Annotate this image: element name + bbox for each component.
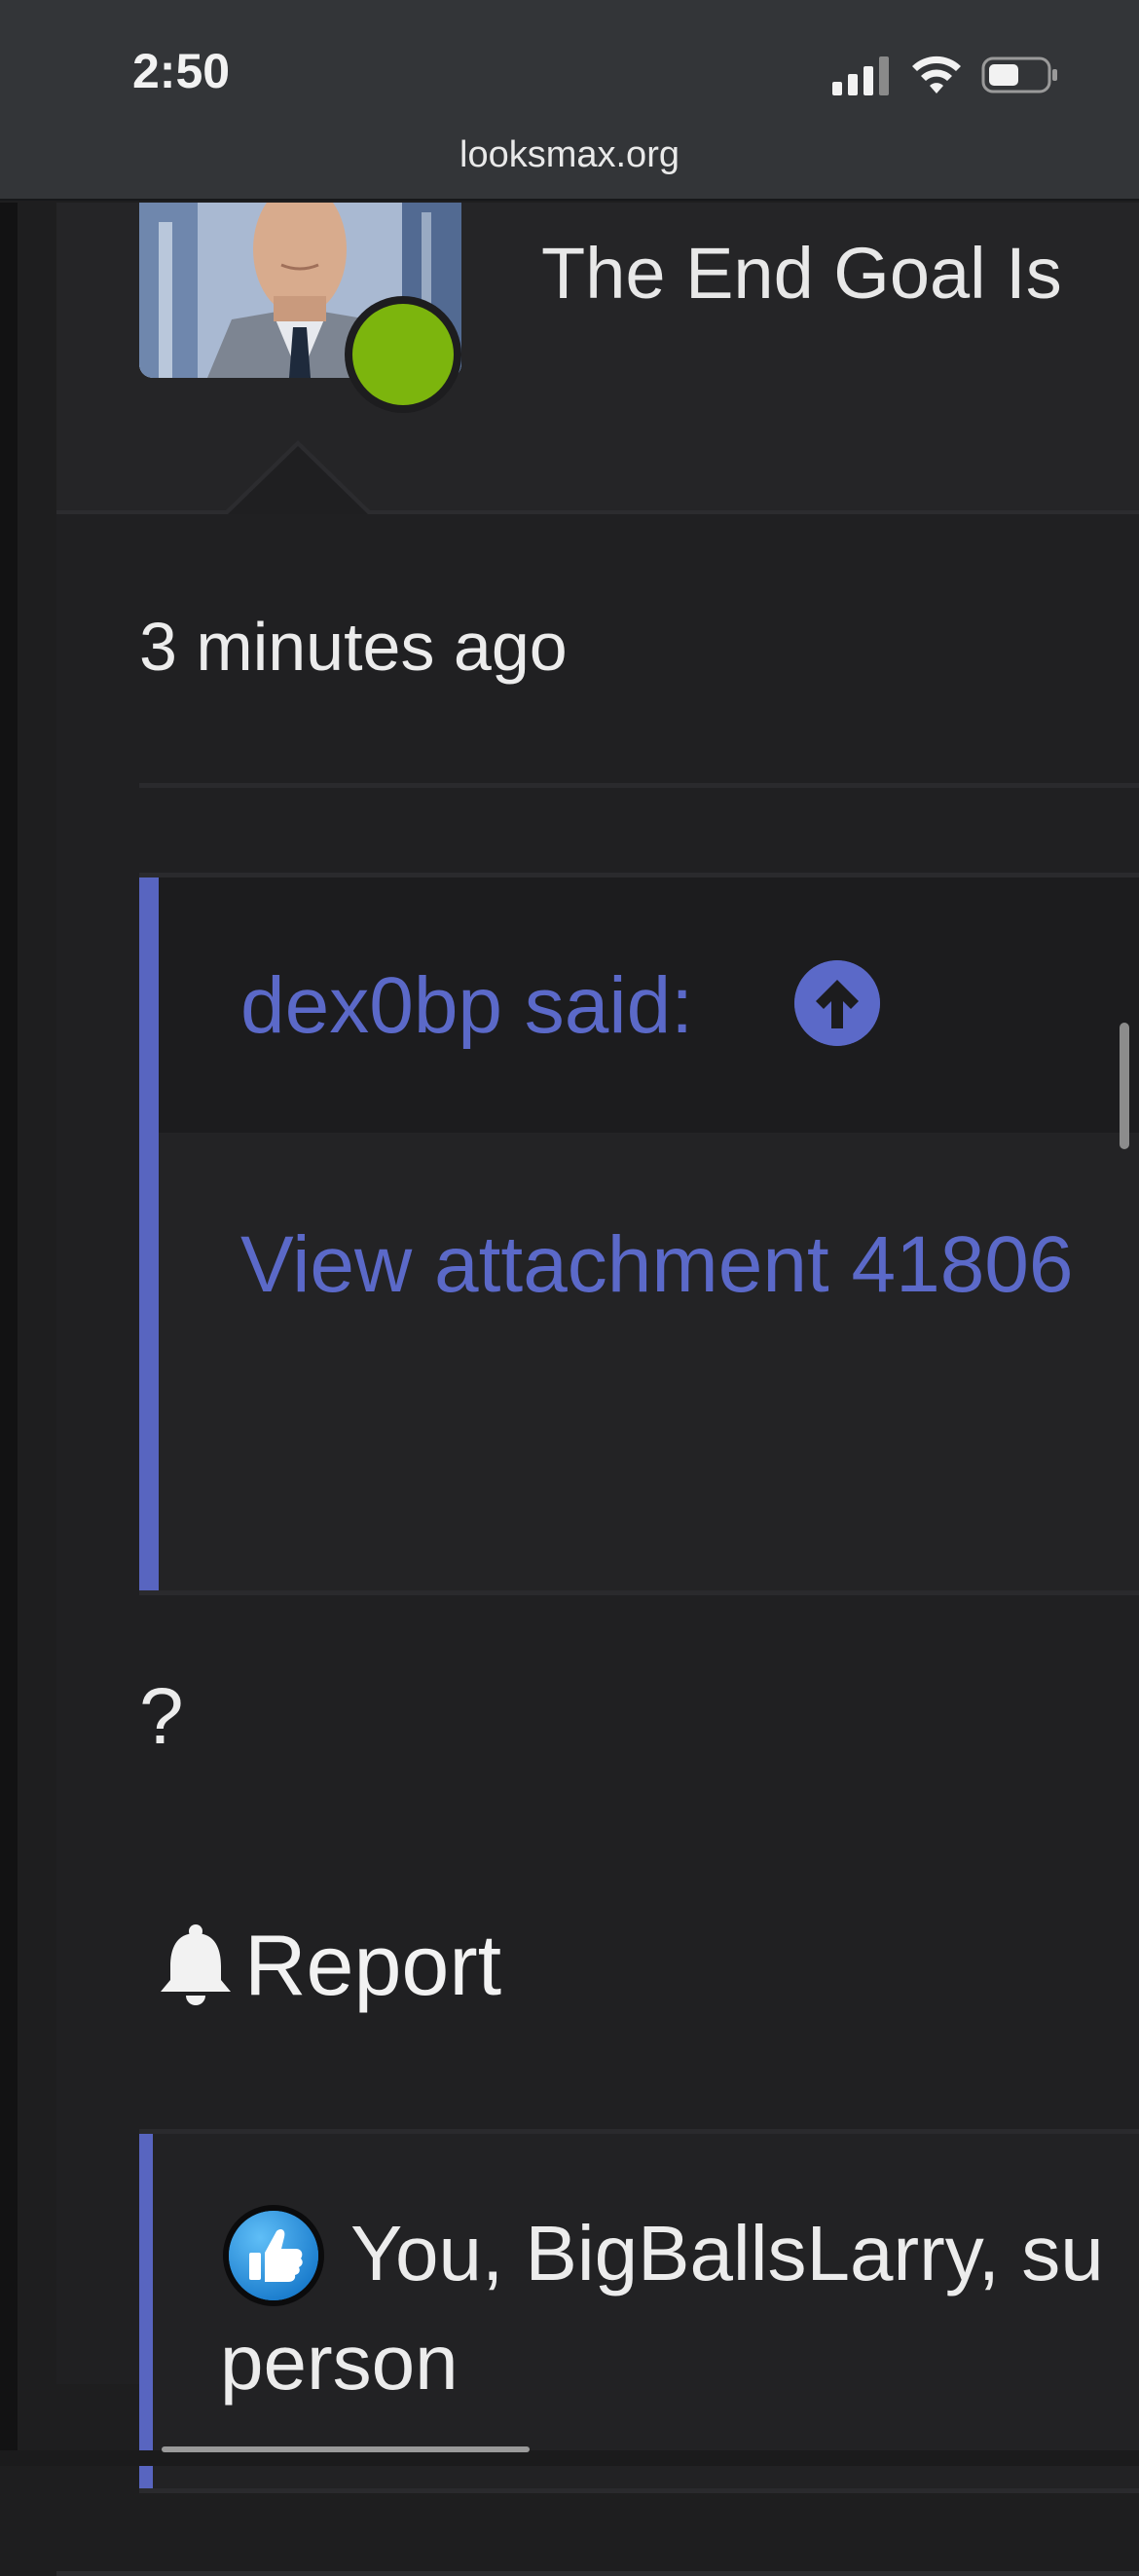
wifi-icon [912,56,961,93]
band-arrow-inner [228,446,368,514]
bottom-edge [0,2450,1139,2466]
online-status-dot [352,304,454,405]
quote-body [159,1133,1139,1590]
reactions-text-line1[interactable]: You, BigBallsLarry, su [350,2209,1104,2298]
attachment-link[interactable]: View attachment 41806 [240,1219,1074,1311]
report-link[interactable]: Report [159,1917,501,2014]
post-body-text: ? [139,1672,184,1761]
quote-accent-bar [139,877,159,1590]
address-bar-url[interactable]: looksmax.org [0,134,1139,176]
user-band-divider [56,510,1139,514]
reactions-bar[interactable] [139,2129,1139,2493]
quote-author-link[interactable]: dex0bp said: [240,960,693,1052]
report-label: Report [244,1917,502,2013]
browser-top-bar: 2:50 looksmax.org [0,0,1139,201]
home-indicator[interactable] [162,2446,530,2452]
user-title: The End Goal Is [541,233,1062,314]
post-bottom-divider [56,2571,1139,2576]
cellular-signal-icon [832,56,891,95]
header-divider [139,783,1139,788]
scrollbar-thumb[interactable] [1120,1023,1129,1149]
bell-icon [161,1924,231,2005]
reactions-text-line2[interactable]: person [220,2318,459,2408]
left-rail [0,203,18,2466]
page-content: The End Goal Is 3 minutes ago dex0bp sai… [0,203,1139,2576]
battery-icon [981,56,1057,93]
reactions-accent-bar [139,2134,153,2488]
arrow-up-circle-icon[interactable] [794,960,880,1046]
post-timestamp[interactable]: 3 minutes ago [139,608,568,686]
thumbs-up-icon[interactable] [222,2204,325,2307]
status-time: 2:50 [132,44,231,98]
